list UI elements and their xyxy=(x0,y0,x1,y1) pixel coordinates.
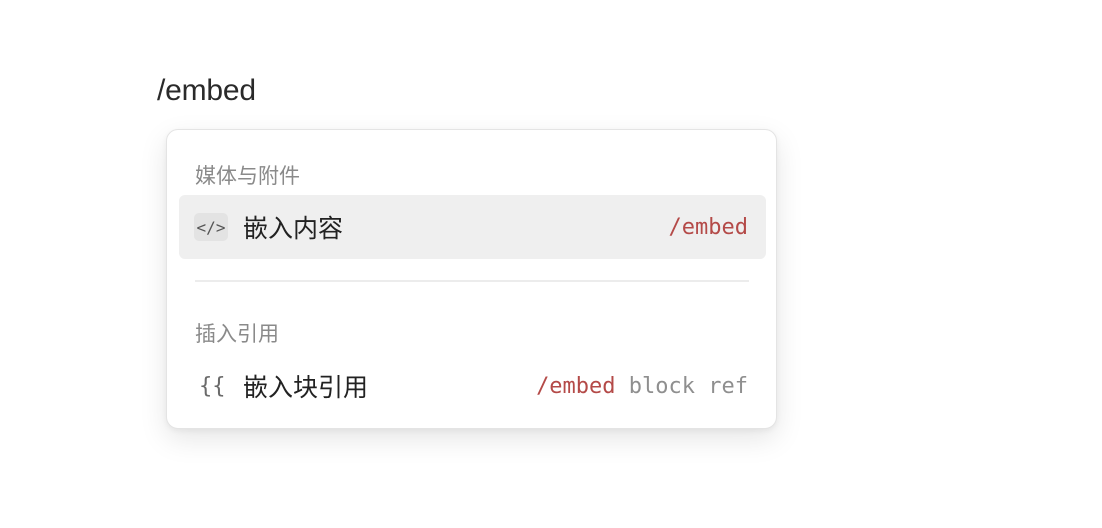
code-icon: </> xyxy=(194,213,228,241)
menu-item-label: 嵌入内容 xyxy=(243,214,344,243)
section-title-insert-reference: 插入引用 xyxy=(195,322,279,346)
section-divider xyxy=(195,280,749,282)
shortcut-command: /embed xyxy=(536,373,616,399)
menu-item-embed-content[interactable]: </> 嵌入内容 /embed xyxy=(179,195,766,259)
menu-item-shortcut: /embed block ref xyxy=(536,374,748,399)
editor-typed-command[interactable]: /embed xyxy=(157,70,256,112)
section-title-media: 媒体与附件 xyxy=(195,164,300,188)
braces-icon: {{ xyxy=(199,373,226,399)
menu-item-label: 嵌入块引用 xyxy=(243,373,369,402)
slash-command-menu: 媒体与附件 </> 嵌入内容 /embed 插入引用 {{ 嵌入块引用 /emb… xyxy=(166,129,777,429)
menu-item-embed-block-ref[interactable]: {{ 嵌入块引用 /embed block ref xyxy=(179,354,766,418)
menu-item-shortcut: /embed xyxy=(669,215,748,240)
shortcut-command: /embed xyxy=(668,214,748,240)
shortcut-args: block ref xyxy=(615,373,748,399)
